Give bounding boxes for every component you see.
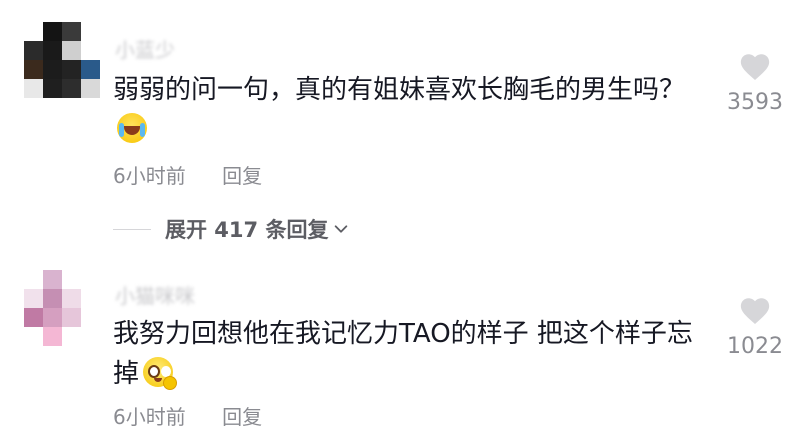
puppy-eyes-face-icon (143, 357, 178, 390)
mosaic-cell (81, 308, 100, 327)
mosaic-cell (62, 270, 81, 289)
comment-text[interactable]: 我努力回想他在我记忆力TAO的样子 把这个样子忘掉 (113, 314, 713, 394)
comment-meta: 6小时前 回复 (113, 160, 262, 189)
mosaic-cell (24, 41, 43, 60)
reply-button[interactable]: 回复 (222, 164, 262, 188)
avatar[interactable] (24, 22, 100, 98)
username[interactable]: 小蓝少 (115, 34, 175, 63)
crying-face-icon (117, 113, 147, 143)
avatar[interactable] (24, 270, 100, 346)
mosaic-cell (81, 60, 100, 79)
comment-meta: 6小时前 回复 (113, 401, 262, 430)
mosaic-cell (62, 60, 81, 79)
mosaic-cell (81, 79, 100, 98)
expand-replies-button[interactable]: 展开 417 条回复 (113, 212, 350, 246)
mosaic-cell (81, 289, 100, 308)
comment-text[interactable]: 弱弱的问一句，真的有姐妹喜欢长胸毛的男生吗？ (113, 70, 713, 150)
divider-line (113, 228, 151, 230)
comment-time: 6小时前 (113, 405, 186, 429)
heart-icon (740, 54, 770, 81)
mosaic-cell (43, 60, 62, 79)
mosaic-cell (24, 22, 43, 41)
mosaic-cell (24, 79, 43, 98)
mosaic-cell (62, 41, 81, 60)
comment-text-body: 弱弱的问一句，真的有姐妹喜欢长胸毛的男生吗？ (113, 75, 686, 105)
mosaic-cell (62, 327, 81, 346)
like-button[interactable]: 3593 (720, 50, 790, 115)
mosaic-cell (43, 327, 62, 346)
mosaic-cell (62, 289, 81, 308)
mosaic-cell (43, 289, 62, 308)
mosaic-cell (43, 79, 62, 98)
mosaic-cell (24, 308, 43, 327)
reply-button[interactable]: 回复 (222, 405, 262, 429)
avatar-mosaic (24, 22, 100, 98)
mosaic-cell (24, 60, 43, 79)
like-count: 3593 (727, 90, 783, 115)
mosaic-cell (24, 289, 43, 308)
comment-item: 小蓝少 弱弱的问一句，真的有姐妹喜欢长胸毛的男生吗？ 6小时前 回复 3593 (0, 0, 800, 205)
mosaic-cell (24, 327, 43, 346)
comment-time: 6小时前 (113, 164, 186, 188)
username[interactable]: 小猫咪咪 (115, 280, 195, 309)
mosaic-cell (81, 22, 100, 41)
heart-icon (740, 298, 770, 325)
expand-replies-label: 展开 417 条回复 (165, 218, 329, 242)
like-count: 1022 (727, 334, 783, 359)
mosaic-cell (43, 41, 62, 60)
comment-text-body: 我努力回想他在我记忆力TAO的样子 把这个样子忘掉 (113, 319, 693, 389)
mosaic-cell (43, 270, 62, 289)
mosaic-cell (62, 22, 81, 41)
mosaic-cell (81, 270, 100, 289)
mosaic-cell (62, 79, 81, 98)
mosaic-cell (62, 308, 81, 327)
mosaic-cell (24, 270, 43, 289)
mosaic-cell (81, 41, 100, 60)
mosaic-cell (81, 327, 100, 346)
avatar-mosaic (24, 270, 100, 346)
hand-icon (163, 376, 178, 390)
comment-item: 小猫咪咪 我努力回想他在我记忆力TAO的样子 把这个样子忘掉 6小时前 回复 1… (0, 258, 800, 447)
chevron-down-icon (335, 225, 348, 233)
mosaic-cell (43, 308, 62, 327)
mosaic-cell (43, 22, 62, 41)
like-button[interactable]: 1022 (720, 294, 790, 359)
